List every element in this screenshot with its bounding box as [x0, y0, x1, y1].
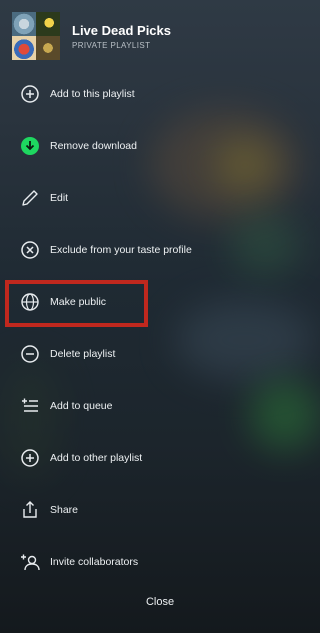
playlist-header: Live Dead Picks PRIVATE PLAYLIST [12, 12, 171, 60]
menu-item-edit[interactable]: Edit [0, 172, 320, 224]
menu-item-invite-collaborators[interactable]: Invite collaborators [0, 536, 320, 588]
menu-item-exclude-taste-profile[interactable]: Exclude from your taste profile [0, 224, 320, 276]
share-icon [20, 500, 40, 520]
menu-item-remove-download[interactable]: Remove download [0, 120, 320, 172]
menu-item-label: Add to queue [50, 400, 113, 412]
highlight-box [5, 280, 148, 327]
menu-item-label: Add to this playlist [50, 88, 135, 100]
menu-item-delete-playlist[interactable]: Delete playlist [0, 328, 320, 380]
pencil-icon [20, 188, 40, 208]
menu-item-label: Delete playlist [50, 348, 116, 360]
x-circle-icon [20, 240, 40, 260]
plus-circle-icon [20, 84, 40, 104]
menu-item-label: Share [50, 504, 79, 516]
menu-item-label: Edit [50, 192, 69, 204]
context-menu-screen: Live Dead Picks PRIVATE PLAYLIST Add to … [0, 0, 320, 633]
menu-item-label: Invite collaborators [50, 556, 139, 568]
add-queue-icon [20, 396, 40, 416]
menu-item-add-to-other-playlist[interactable]: Add to other playlist [0, 432, 320, 484]
minus-circle-icon [20, 344, 40, 364]
menu-item-share[interactable]: Share [0, 484, 320, 536]
download-check-icon [20, 136, 40, 156]
menu-item-label: Exclude from your taste profile [50, 244, 192, 256]
playlist-subtitle: PRIVATE PLAYLIST [72, 40, 151, 50]
menu-item-label: Remove download [50, 140, 137, 152]
menu-item-add-to-queue[interactable]: Add to queue [0, 380, 320, 432]
plus-circle-icon [20, 448, 40, 468]
close-button[interactable]: Close [0, 596, 320, 608]
menu-item-label: Add to other playlist [50, 452, 143, 464]
add-person-icon [20, 552, 40, 572]
playlist-title: Live Dead Picks [72, 22, 171, 38]
playlist-cover-art [12, 12, 60, 60]
menu-item-add-to-this-playlist[interactable]: Add to this playlist [0, 68, 320, 120]
